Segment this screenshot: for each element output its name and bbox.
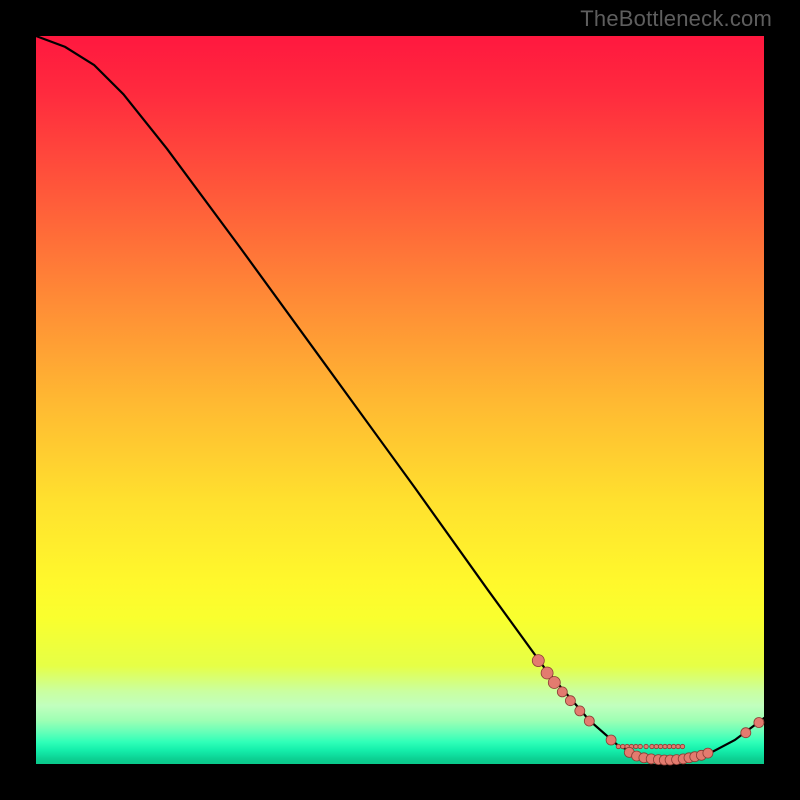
chart-svg bbox=[36, 36, 764, 764]
label-dot bbox=[638, 744, 642, 748]
data-point bbox=[575, 706, 585, 716]
data-point bbox=[565, 696, 575, 706]
plot-area bbox=[36, 36, 764, 764]
label-dot bbox=[644, 744, 648, 748]
data-point bbox=[548, 677, 560, 689]
label-dot bbox=[663, 744, 667, 748]
data-point bbox=[754, 718, 764, 728]
label-dot bbox=[650, 744, 654, 748]
label-dot bbox=[672, 744, 676, 748]
label-dot bbox=[676, 744, 680, 748]
chart-frame: TheBottleneck.com bbox=[0, 0, 800, 800]
data-point bbox=[741, 728, 751, 738]
data-point bbox=[584, 716, 594, 726]
data-point bbox=[703, 748, 713, 758]
label-dot bbox=[621, 744, 625, 748]
data-point bbox=[557, 687, 567, 697]
watermark-text: TheBottleneck.com bbox=[580, 6, 772, 32]
label-dot bbox=[634, 744, 638, 748]
label-dot bbox=[616, 744, 620, 748]
label-dot bbox=[680, 744, 684, 748]
data-point bbox=[532, 655, 544, 667]
bottleneck-curve bbox=[36, 36, 764, 760]
label-dot bbox=[658, 744, 662, 748]
label-dot bbox=[654, 744, 658, 748]
label-dot bbox=[667, 744, 671, 748]
data-point bbox=[606, 735, 616, 745]
